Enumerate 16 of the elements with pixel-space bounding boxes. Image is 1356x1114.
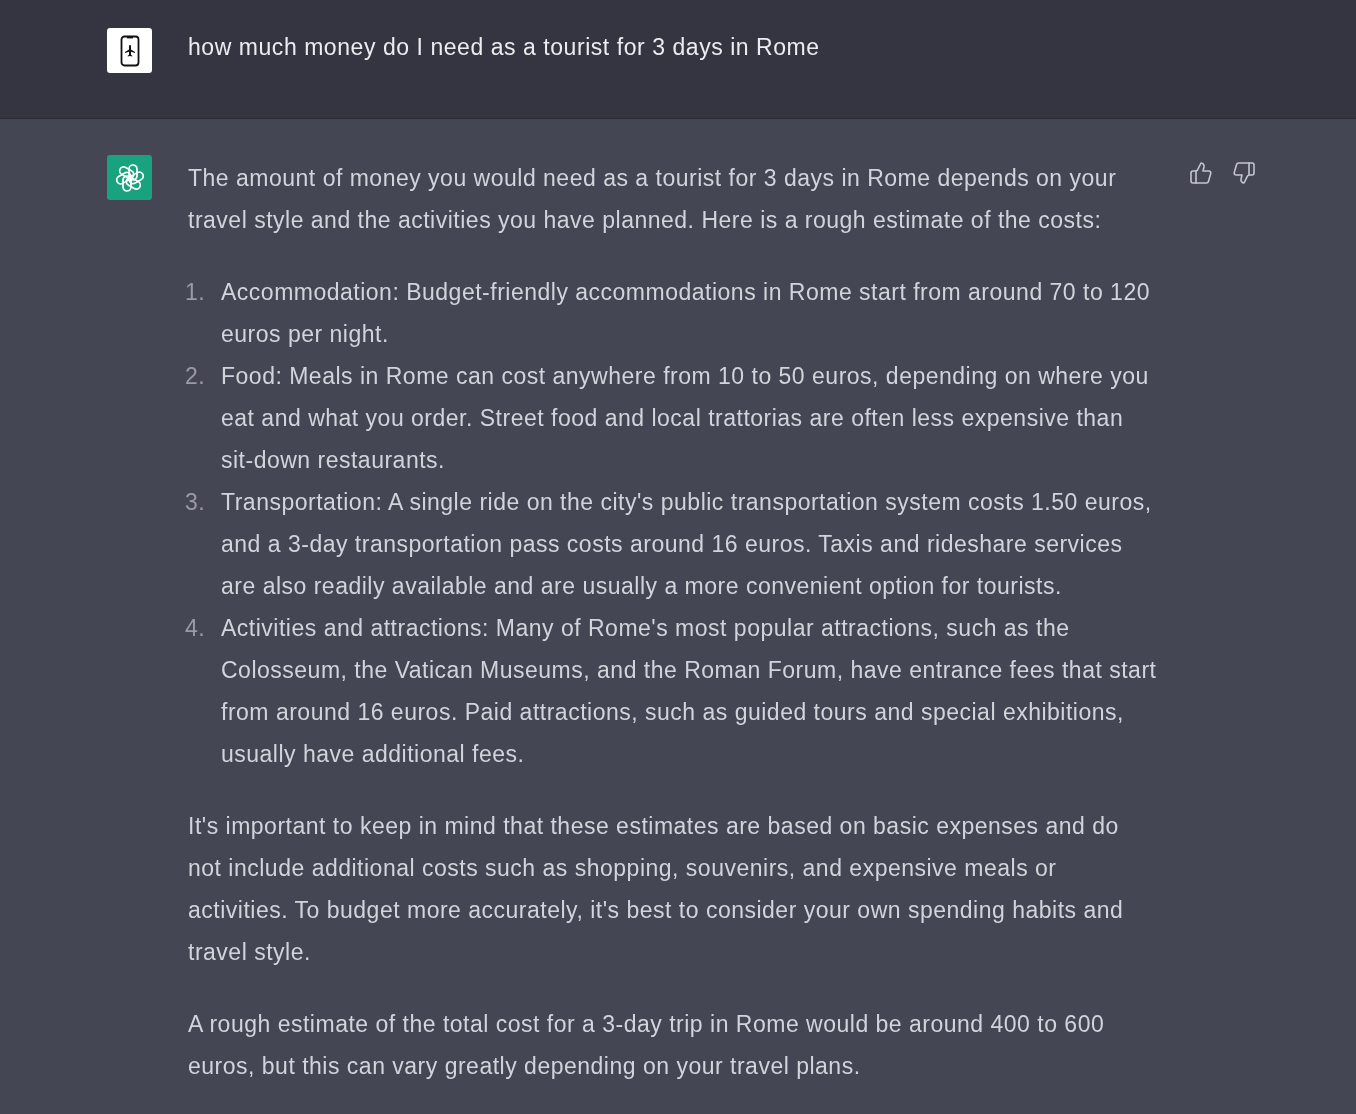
message-paragraph: The amount of money you would need as a tourist for 3 days in Rome depends on your travel style and the activities you have planned. Here is a rough estimate of the costs: bbox=[188, 164, 1118, 235]
knot-logo-icon bbox=[107, 155, 152, 200]
message-paragraph: It's important to keep in mind that these estimates are based on basic expenses and do not include additional costs such as shopping, souvenirs, and expensive meals or activities. To budget more accurately, it's best to consider your own spending habits and travel style. bbox=[188, 812, 1125, 967]
list-item-text: Transportation: A single ride on the city's public transportation system costs 1.50 euros, and a 3-day transportation pass costs around 16 euros. Taxis and rideshare services are also readily available and are usually a more convenient option for tourists. bbox=[221, 488, 1153, 601]
list-item-text: Accommodation: Budget-friendly accommodations in Rome start from around 70 to 120 euros per night. bbox=[221, 278, 1151, 349]
list-number: 2. bbox=[185, 362, 207, 391]
list-number: 3. bbox=[185, 488, 207, 517]
phone-airplane-icon bbox=[107, 28, 152, 73]
message-paragraph: A rough estimate of the total cost for a 3-day trip in Rome would be around 400 to 600 euros, but this can vary greatly depending on your travel plans. bbox=[188, 1010, 1106, 1081]
thumbs-down-icon[interactable] bbox=[1232, 161, 1256, 185]
list-item-text: Food: Meals in Rome can cost anywhere from 10 to 50 euros, depending on where you eat and what you order. Street food and local trattorias are often less expensive than sit-down restaurants. bbox=[221, 362, 1150, 475]
list-number: 1. bbox=[185, 278, 207, 307]
list-number: 4. bbox=[185, 614, 207, 643]
user-message: how much money do I need as a tourist for 3 days in Rome bbox=[188, 33, 820, 62]
list-item-text: Activities and attractions: Many of Rome's most popular attractions, such as the Colosseum, the Vatican Museums, and the Roman Forum, have entrance fees that start from around 16 euros. Paid attractions, such as guided tours and special exhibitions, usually have additional fees. bbox=[221, 614, 1158, 769]
thumbs-up-icon[interactable] bbox=[1189, 161, 1213, 185]
